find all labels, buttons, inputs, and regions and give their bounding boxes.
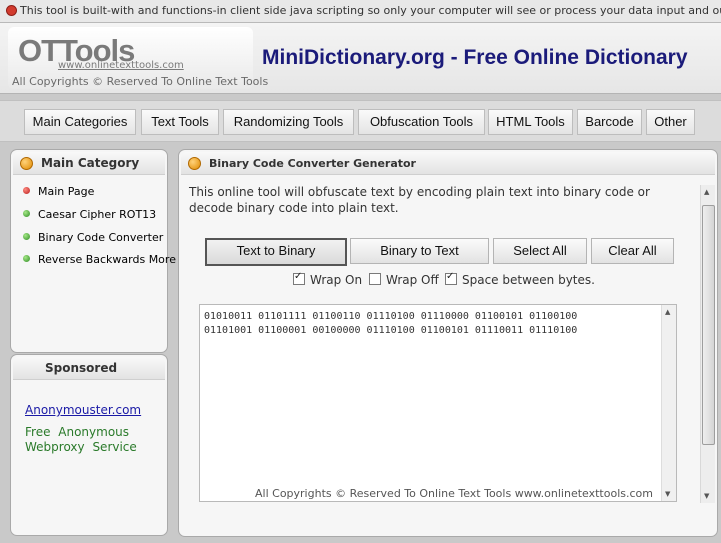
- tool-description: This online tool will obfuscate text by …: [189, 185, 650, 215]
- binary-output-textarea[interactable]: 01010011 01101111 01100110 01110100 0111…: [199, 304, 677, 502]
- footer-copyright: All Copyrights © Reserved To Online Text…: [255, 487, 653, 500]
- menu-bar: Main Categories Text Tools Randomizing T…: [0, 100, 721, 142]
- binary-to-text-button[interactable]: Binary to Text: [350, 238, 489, 264]
- sidebar-item-main-page[interactable]: Main Page: [23, 185, 94, 198]
- scroll-down-arrow-icon[interactable]: ▼: [704, 492, 709, 500]
- space-between-bytes-option[interactable]: Space between bytes.: [445, 271, 595, 287]
- sidebar-title: Main Category: [41, 156, 140, 170]
- site-title[interactable]: MiniDictionary.org - Free Online Diction…: [262, 46, 688, 70]
- scroll-up-arrow-icon[interactable]: ▲: [704, 188, 709, 196]
- category-orb-icon: [20, 157, 33, 170]
- menu-text-tools[interactable]: Text Tools: [141, 109, 219, 135]
- green-bullet-icon: [23, 233, 30, 240]
- menu-randomizing-tools[interactable]: Randomizing Tools: [223, 109, 354, 135]
- converter-orb-icon: [188, 157, 201, 170]
- notice-bar: This tool is built-with and functions-in…: [0, 0, 721, 23]
- brand-box: OTTools www.onlinetexttools.com All Copy…: [8, 27, 268, 89]
- notice-text: This tool is built-with and functions-in…: [20, 4, 721, 17]
- wrap-off-option[interactable]: Wrap Off: [369, 273, 439, 287]
- sponsored-header: Sponsored: [13, 357, 165, 380]
- clear-all-button[interactable]: Clear All: [591, 238, 674, 264]
- logo-url-link[interactable]: www.onlinetexttools.com: [58, 60, 184, 71]
- sponsor-link[interactable]: Anonymouster.com: [25, 403, 141, 417]
- sponsored-panel: Sponsored Anonymouster.com Free Anonymou…: [10, 354, 168, 536]
- sponsor-text: Free Anonymous Webproxy Service: [25, 425, 137, 454]
- scroll-down-arrow-icon[interactable]: ▼: [665, 490, 670, 498]
- info-dot-icon: [6, 5, 17, 16]
- sidebar-panel: Main Category Main Page Caesar Cipher RO…: [10, 149, 176, 353]
- menu-obfuscation-tools[interactable]: Obfuscation Tools: [358, 109, 485, 135]
- main-header: Binary Code Converter Generator: [181, 152, 715, 175]
- sidebar-item-binary-converter[interactable]: Binary Code Converter: [23, 231, 163, 244]
- scrollbar-thumb[interactable]: [702, 205, 715, 445]
- page-scrollbar[interactable]: ▲ ▼: [700, 185, 715, 503]
- sponsored-title: Sponsored: [45, 361, 118, 375]
- menu-other[interactable]: Other: [646, 109, 695, 135]
- menu-main-categories[interactable]: Main Categories: [24, 109, 136, 135]
- header-copyright: All Copyrights © Reserved To Online Text…: [12, 75, 269, 88]
- red-bullet-icon: [23, 187, 30, 194]
- checkbox-checked-icon[interactable]: [445, 271, 457, 285]
- main-title: Binary Code Converter Generator: [209, 157, 416, 170]
- sidebar-item-caesar-cipher[interactable]: Caesar Cipher ROT13: [23, 208, 156, 221]
- menu-html-tools[interactable]: HTML Tools: [488, 109, 573, 135]
- checkbox-checked-icon[interactable]: [293, 271, 305, 285]
- binary-output-text: 01010011 01101111 01100110 01110100 0111…: [204, 311, 578, 336]
- green-bullet-icon: [23, 210, 30, 217]
- select-all-button[interactable]: Select All: [493, 238, 587, 264]
- sidebar-header: Main Category: [13, 152, 165, 175]
- main-panel: Binary Code Converter Generator This onl…: [178, 149, 718, 537]
- scroll-up-arrow-icon[interactable]: ▲: [665, 308, 670, 316]
- header: OTTools www.onlinetexttools.com All Copy…: [0, 23, 721, 94]
- checkbox-unchecked-icon[interactable]: [369, 273, 381, 285]
- menu-barcode[interactable]: Barcode: [577, 109, 642, 135]
- sidebar-item-reverse-backwards[interactable]: Reverse Backwards More: [23, 253, 176, 266]
- wrap-on-option[interactable]: Wrap On: [293, 271, 362, 287]
- output-scrollbar[interactable]: ▲ ▼: [661, 305, 676, 501]
- text-to-binary-button[interactable]: Text to Binary: [205, 238, 347, 266]
- green-bullet-icon: [23, 255, 30, 262]
